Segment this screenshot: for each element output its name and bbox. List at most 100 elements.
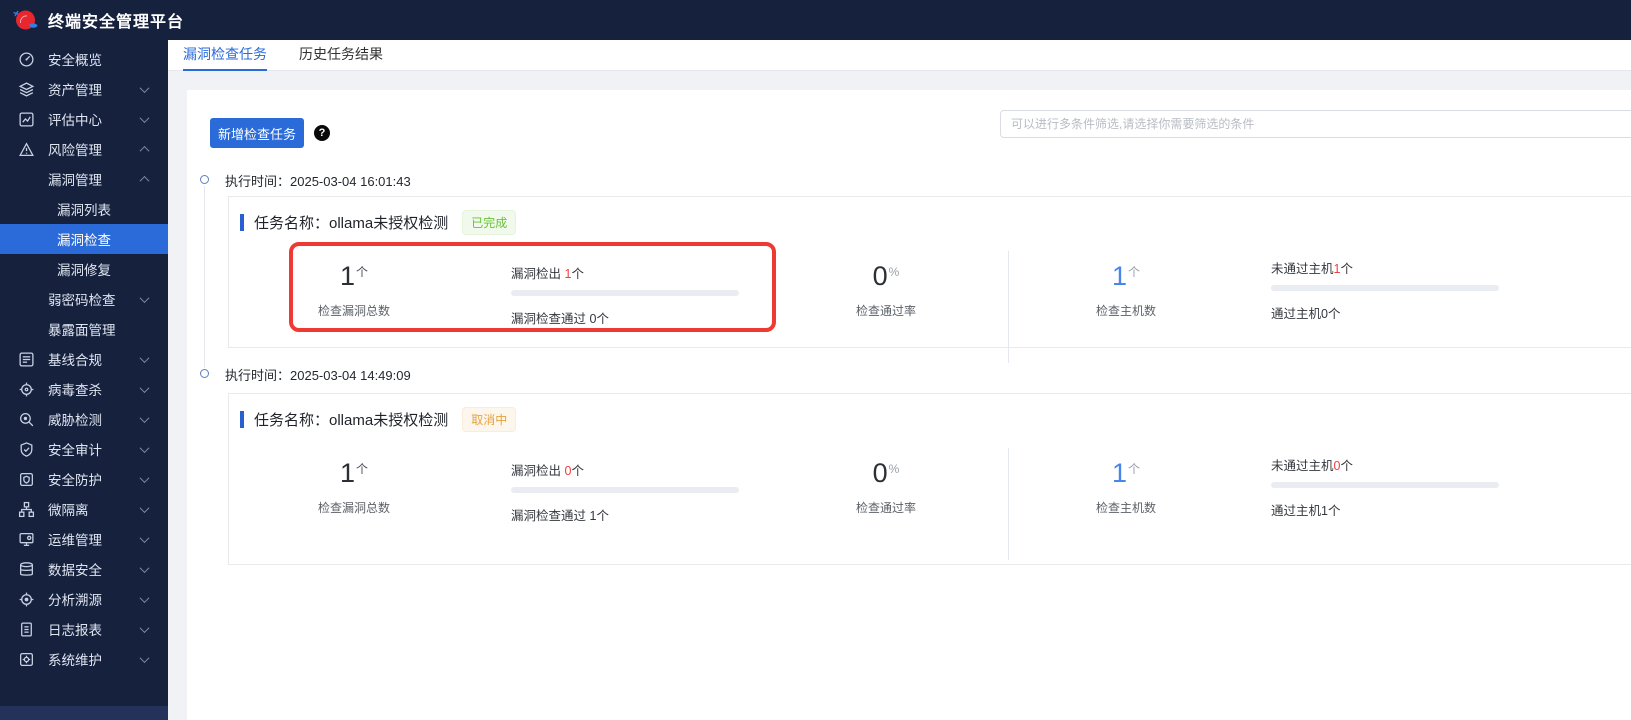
stat-host-count: 1个 检查主机数 xyxy=(1095,458,1156,515)
progress-bar xyxy=(1271,285,1499,291)
sidebar-item-maintenance[interactable]: 系统维护 xyxy=(0,644,168,674)
sidebar-item-vuln-fix[interactable]: 漏洞修复 xyxy=(0,254,168,284)
sidebar-item-vuln-mgmt[interactable]: 漏洞管理 xyxy=(0,164,168,194)
sidebar-item-label: 漏洞列表 xyxy=(57,203,111,218)
sidebar-item-baseline[interactable]: 基线合规 xyxy=(0,344,168,374)
sidebar-item-logs[interactable]: 日志报表 xyxy=(0,614,168,644)
tab-bar: 漏洞检查任务 历史任务结果 xyxy=(168,40,1631,71)
sidebar-item-assets[interactable]: 资产管理 xyxy=(0,74,168,104)
chevron-down-icon xyxy=(139,112,150,123)
stat-host-pass: 未通过主机0个 通过主机1个 xyxy=(1271,455,1501,518)
filter-input[interactable] xyxy=(1000,110,1631,138)
stat-divider xyxy=(1008,251,1009,363)
chevron-down-icon xyxy=(139,592,150,603)
warning-icon xyxy=(18,141,35,158)
progress-bar xyxy=(1271,482,1499,488)
sidebar-item-label: 安全防护 xyxy=(48,473,102,488)
sidebar-item-assessment[interactable]: 评估中心 xyxy=(0,104,168,134)
chevron-down-icon xyxy=(139,352,150,363)
sidebar-item-label: 运维管理 xyxy=(48,533,102,548)
sidebar-item-label: 评估中心 xyxy=(48,113,102,128)
timeline-dot xyxy=(200,175,209,184)
sidebar-item-risk[interactable]: 风险管理 xyxy=(0,134,168,164)
sidebar-item-label: 暴露面管理 xyxy=(48,323,116,338)
app-header: 终端安全管理平台 xyxy=(0,0,1631,40)
stat-pass-rate: 0% 检查通过率 xyxy=(855,261,916,318)
tab-history-results[interactable]: 历史任务结果 xyxy=(299,40,383,71)
sidebar-item-ops[interactable]: 运维管理 xyxy=(0,524,168,554)
sidebar-item-vuln-list[interactable]: 漏洞列表 xyxy=(0,194,168,224)
stat-total-vulns: 1个 检查漏洞总数 xyxy=(317,261,390,318)
timeline-dot xyxy=(200,369,209,378)
sidebar-item-weak-password[interactable]: 弱密码检查 xyxy=(0,284,168,314)
sidebar-nav: 安全概览资产管理评估中心风险管理漏洞管理漏洞列表漏洞检查漏洞修复弱密码检查暴露面… xyxy=(0,40,168,720)
stat-host-count: 1个 检查主机数 xyxy=(1095,261,1156,318)
sidebar-item-label: 安全审计 xyxy=(48,443,102,458)
sidebar-item-label: 系统维护 xyxy=(48,653,102,668)
database-icon xyxy=(18,561,35,578)
stat-vuln-detect: 漏洞检出 0个 漏洞检查通过 1个 xyxy=(511,460,741,523)
chevron-up-icon xyxy=(139,145,150,156)
sidebar-item-label: 分析溯源 xyxy=(48,593,102,608)
new-check-task-button[interactable]: 新增检查任务 xyxy=(210,118,304,148)
sidebar-item-label: 漏洞检查 xyxy=(57,233,111,248)
monitor-icon xyxy=(18,531,35,548)
baseline-icon xyxy=(18,351,35,368)
stat-host-pass: 未通过主机1个 通过主机0个 xyxy=(1271,258,1501,321)
sidebar-item-label: 数据安全 xyxy=(48,563,102,578)
task-card: 任务名称：ollama未授权检测 已完成 1个 检查漏洞总数 漏洞检出 1个 漏… xyxy=(228,196,1631,363)
sidebar-item-label: 资产管理 xyxy=(48,83,102,98)
sidebar-item-trace[interactable]: 分析溯源 xyxy=(0,584,168,614)
sidebar-item-label: 病毒查杀 xyxy=(48,383,102,398)
content-panel: 新增检查任务 ? 执行时间：2025-03-04 16:01:43 任务名称：o… xyxy=(187,90,1631,720)
document-icon xyxy=(18,621,35,638)
sidebar-item-data-security[interactable]: 数据安全 xyxy=(0,554,168,584)
chevron-down-icon xyxy=(139,472,150,483)
sidebar-item-micro-seg[interactable]: 微隔离 xyxy=(0,494,168,524)
shield-check-icon xyxy=(18,441,35,458)
sidebar-item-overview[interactable]: 安全概览 xyxy=(0,44,168,74)
chevron-down-icon xyxy=(139,382,150,393)
sidebar-item-label: 漏洞管理 xyxy=(48,173,102,188)
shield-box-icon xyxy=(18,471,35,488)
chevron-up-icon xyxy=(139,175,150,186)
layers-icon xyxy=(18,81,35,98)
sidebar-item-label: 漏洞修复 xyxy=(57,263,111,278)
sidebar-item-threat[interactable]: 威胁检测 xyxy=(0,404,168,434)
card-accent-bar xyxy=(240,213,244,231)
network-icon xyxy=(18,501,35,518)
search-icon xyxy=(18,411,35,428)
chevron-down-icon xyxy=(139,82,150,93)
timeline-line xyxy=(204,186,205,368)
help-icon[interactable]: ? xyxy=(314,125,330,141)
chart-icon xyxy=(18,111,35,128)
chevron-down-icon xyxy=(139,502,150,513)
sidebar-item-protection[interactable]: 安全防护 xyxy=(0,464,168,494)
stat-pass-rate: 0% 检查通过率 xyxy=(855,458,916,515)
app-logo-icon xyxy=(12,7,38,33)
gauge-icon xyxy=(18,51,35,68)
sidebar-item-antivirus[interactable]: 病毒查杀 xyxy=(0,374,168,404)
task-name: 任务名称：ollama未授权检测 xyxy=(254,214,449,232)
sidebar-item-audit[interactable]: 安全审计 xyxy=(0,434,168,464)
sidebar-item-exposure[interactable]: 暴露面管理 xyxy=(0,314,168,344)
sidebar-item-label: 风险管理 xyxy=(48,143,102,158)
stat-vuln-detect: 漏洞检出 1个 漏洞检查通过 0个 xyxy=(511,263,741,326)
chevron-down-icon xyxy=(139,562,150,573)
tab-vuln-check-tasks[interactable]: 漏洞检查任务 xyxy=(183,40,267,71)
task-exec-time: 执行时间：2025-03-04 16:01:43 xyxy=(225,174,411,189)
app-title: 终端安全管理平台 xyxy=(48,14,185,31)
sidebar-item-label: 弱密码检查 xyxy=(48,293,116,308)
sidebar-item-vuln-check[interactable]: 漏洞检查 xyxy=(0,224,168,254)
sidebar-item-label: 日志报表 xyxy=(48,623,102,638)
chevron-down-icon xyxy=(139,292,150,303)
sidebar-bottom-strip xyxy=(0,706,168,720)
status-badge: 取消中 xyxy=(462,406,517,432)
progress-bar xyxy=(511,290,739,296)
stat-total-vulns: 1个 检查漏洞总数 xyxy=(317,458,390,515)
sidebar-item-label: 微隔离 xyxy=(48,503,89,518)
chevron-down-icon xyxy=(139,652,150,663)
sidebar-item-label: 基线合规 xyxy=(48,353,102,368)
task-name: 任务名称：ollama未授权检测 xyxy=(254,411,449,429)
card-accent-bar xyxy=(240,410,244,428)
